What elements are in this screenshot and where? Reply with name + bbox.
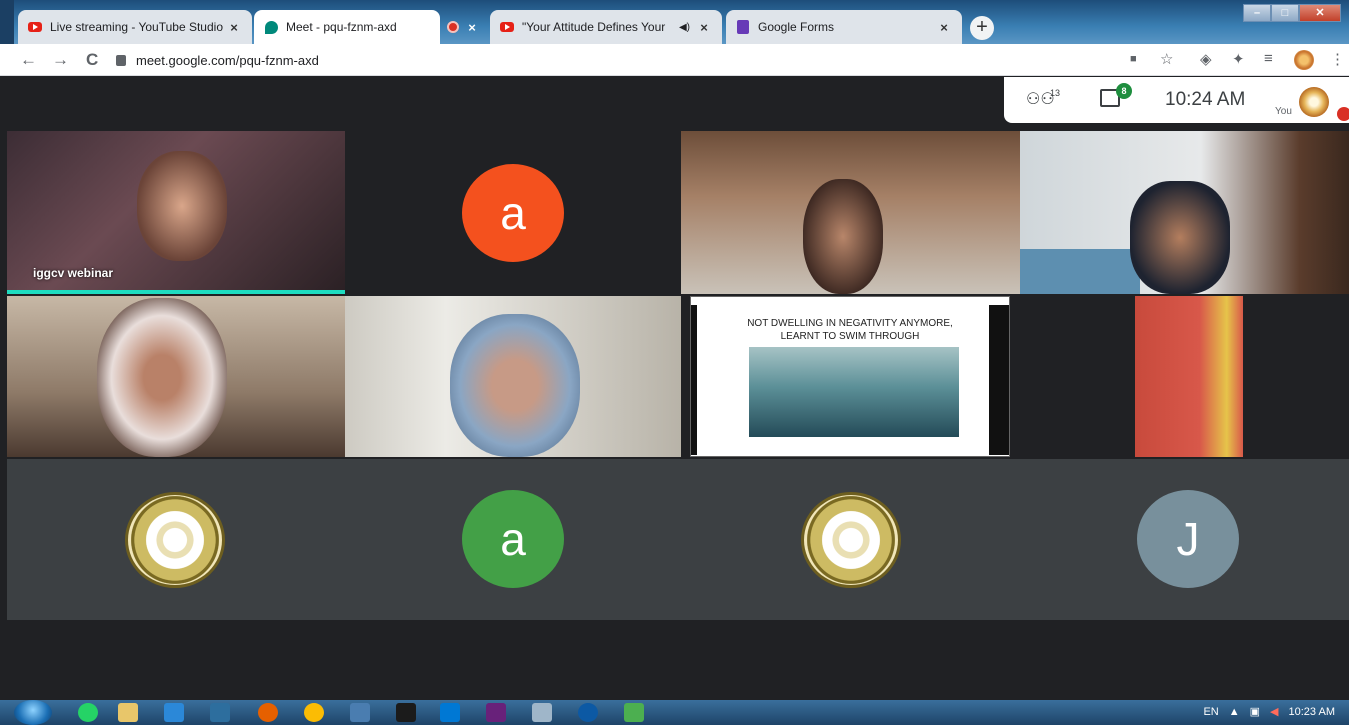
speaker-icon[interactable]: ◀) (679, 22, 690, 33)
participant-tile[interactable]: iggcv webinar (7, 131, 345, 294)
system-tray: EN ▲ ▣ ◀ 10:23 AM (1203, 705, 1335, 719)
participant-name: iggcv webinar (33, 266, 114, 280)
media-control-icon[interactable]: ≡ (1264, 50, 1273, 67)
participant-tile[interactable] (681, 459, 1020, 620)
slide-text: NOT DWELLING IN NEGATIVITY ANYMORE, LEAR… (691, 317, 1009, 343)
visual-studio-icon[interactable] (486, 703, 506, 722)
show-hidden-icons-icon[interactable]: ▲ (1229, 706, 1240, 718)
app-icon[interactable] (532, 703, 552, 722)
vscode-icon[interactable] (440, 703, 460, 722)
self-avatar[interactable] (1299, 87, 1329, 117)
windows-taskbar: EN ▲ ▣ ◀ 10:23 AM (0, 700, 1349, 725)
lock-icon (116, 54, 126, 66)
google-forms-icon (736, 20, 750, 34)
tab-label: Live streaming - YouTube Studio (50, 20, 223, 34)
college-seal-logo (125, 492, 225, 588)
meet-info-panel: ⚇⚇ 13 8 10:24 AM You (1004, 77, 1349, 123)
college-seal-logo (801, 492, 901, 588)
window-controls: – □ ✕ (1243, 4, 1341, 22)
browser-tab-strip: Live streaming - YouTube Studio × Meet -… (0, 0, 1349, 44)
tab-close-icon[interactable]: × (226, 20, 242, 35)
speaking-indicator (7, 290, 345, 294)
participant-tile[interactable] (7, 296, 345, 457)
browser-toolbar: ← → C meet.google.com/pqu-fznm-axd ■ ☆ ◈… (0, 44, 1349, 76)
firefox-icon[interactable] (258, 703, 278, 722)
participant-avatar: J (1137, 490, 1239, 588)
slide-image (749, 347, 959, 437)
app-icon[interactable] (350, 703, 370, 722)
participant-tile[interactable]: a (345, 459, 681, 620)
slide-line-2: LEARNT TO SWIM THROUGH (780, 331, 920, 342)
tab-close-icon[interactable]: × (696, 20, 712, 35)
participant-video (803, 179, 883, 294)
participant-tile[interactable] (345, 296, 681, 457)
address-bar[interactable]: meet.google.com/pqu-fznm-axd (116, 48, 1116, 72)
tab-google-forms[interactable]: Google Forms × (726, 10, 962, 44)
participant-video (1130, 181, 1230, 294)
participant-tile[interactable] (1020, 296, 1349, 457)
profile-avatar-icon[interactable] (1294, 50, 1314, 70)
tab-meet[interactable]: Meet - pqu-fznm-axd (254, 10, 440, 44)
participant-video (1135, 296, 1243, 457)
start-button[interactable] (14, 700, 52, 725)
slide-line-1: NOT DWELLING IN NEGATIVITY ANYMORE, (747, 318, 953, 329)
extensions-puzzle-icon[interactable]: ✦ (1232, 50, 1245, 68)
participant-tile[interactable]: a (345, 131, 681, 294)
tab-strip-edge (0, 0, 14, 44)
taskbar-clock[interactable]: 10:23 AM (1289, 706, 1335, 718)
new-tab-button[interactable]: + (970, 16, 994, 40)
volume-muted-icon[interactable]: ◀ (1270, 705, 1278, 718)
url-text: meet.google.com/pqu-fznm-axd (136, 52, 319, 68)
participant-tile[interactable]: J (1020, 459, 1349, 620)
meeting-time: 10:24 AM (1165, 89, 1246, 110)
file-explorer-icon[interactable] (118, 703, 138, 722)
you-label: You (1275, 106, 1292, 117)
participant-tile[interactable] (1020, 131, 1349, 294)
participant-video (97, 298, 227, 457)
alert-badge (1337, 107, 1349, 121)
participant-video (1020, 249, 1140, 294)
participant-video (137, 151, 227, 261)
whatsapp-icon[interactable] (78, 703, 98, 722)
tab-close-icon[interactable]: × (468, 20, 476, 35)
chrome-icon[interactable] (304, 703, 324, 722)
reload-icon[interactable]: C (86, 50, 98, 70)
minimize-button[interactable]: – (1243, 4, 1271, 22)
utorrent-icon[interactable] (624, 703, 644, 722)
recording-icon (446, 20, 460, 34)
pycharm-icon[interactable] (396, 703, 416, 722)
extension-icon[interactable]: ◈ (1200, 50, 1212, 68)
tab-label: "Your Attitude Defines Your (522, 20, 666, 34)
people-count: 13 (1050, 88, 1061, 98)
participant-avatar: a (462, 490, 564, 588)
forward-arrow-icon[interactable]: → (52, 50, 69, 70)
tab-recording[interactable]: × (436, 10, 486, 44)
participant-tile[interactable]: NOT DWELLING IN NEGATIVITY ANYMORE, LEAR… (681, 296, 1020, 457)
edge-icon[interactable] (578, 703, 598, 722)
chat-badge: 8 (1116, 83, 1132, 99)
bookmark-star-icon[interactable]: ☆ (1160, 50, 1173, 68)
camera-icon[interactable]: ■ (1130, 53, 1137, 65)
youtube-icon (28, 20, 42, 34)
participant-video (450, 314, 580, 457)
network-icon[interactable]: ▣ (1250, 705, 1260, 718)
participant-avatar: a (462, 164, 564, 262)
back-arrow-icon[interactable]: ← (20, 50, 37, 70)
maximize-button[interactable]: □ (1271, 4, 1299, 22)
youtube-icon (500, 20, 514, 34)
participant-tile[interactable] (7, 459, 345, 620)
language-indicator[interactable]: EN (1203, 706, 1218, 718)
tab-youtube-studio[interactable]: Live streaming - YouTube Studio × (18, 10, 252, 44)
tab-label: Meet - pqu-fznm-axd (286, 20, 397, 34)
app-icon[interactable] (210, 703, 230, 722)
tab-attitude-video[interactable]: "Your Attitude Defines Your ◀) × (490, 10, 722, 44)
presentation-screen: NOT DWELLING IN NEGATIVITY ANYMORE, LEAR… (690, 296, 1010, 457)
tab-label: Google Forms (758, 20, 835, 34)
close-window-button[interactable]: ✕ (1299, 4, 1341, 22)
app-icon[interactable] (164, 703, 184, 722)
menu-kebab-icon[interactable]: ⋮ (1330, 50, 1345, 68)
tab-close-icon[interactable]: × (936, 20, 952, 35)
meet-icon (264, 20, 278, 34)
participant-tile[interactable] (681, 131, 1020, 294)
